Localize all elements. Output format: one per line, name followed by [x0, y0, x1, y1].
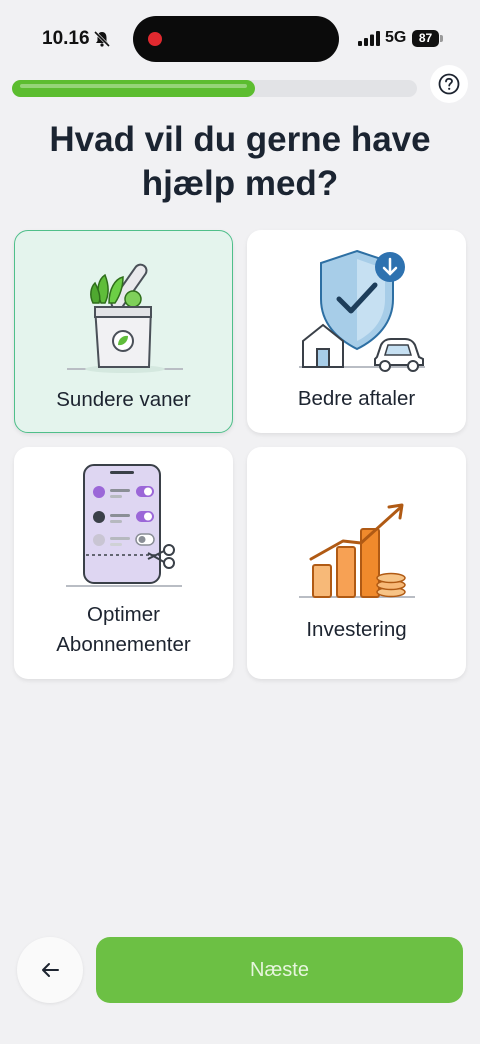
- progress-fill: [12, 80, 255, 97]
- network-type: 5G: [385, 29, 407, 46]
- arrow-left-icon: [42, 963, 59, 977]
- growth-chart-icon: [299, 503, 415, 598]
- option-card-healthier-habits[interactable]: Sundere vaner: [14, 230, 233, 433]
- signal-icon: [358, 31, 380, 46]
- status-time: 10.16: [42, 28, 90, 49]
- question-icon: [438, 73, 460, 95]
- next-button[interactable]: Næste: [96, 937, 463, 1003]
- grocery-bag-icon: [67, 263, 183, 373]
- status-bar: 10.16 5G 87: [0, 0, 480, 70]
- option-label: Bedre aftaler: [297, 387, 416, 410]
- page-title: Hvad vil du gerne have hjælp med?: [49, 120, 431, 203]
- option-card-subscriptions[interactable]: Optimer Abonnementer: [14, 447, 233, 679]
- option-card-better-deals[interactable]: Bedre aftaler: [247, 230, 466, 433]
- battery-tip: [440, 35, 443, 42]
- progress-bar: [12, 80, 417, 97]
- recording-dot-icon: [148, 32, 162, 46]
- option-label: Investering: [306, 618, 407, 641]
- back-button[interactable]: [17, 937, 83, 1003]
- option-label: Optimer Abonnementer: [56, 603, 191, 656]
- help-button[interactable]: [430, 65, 468, 103]
- bell-muted-icon: [93, 30, 111, 48]
- battery-icon: 87: [412, 30, 439, 47]
- dynamic-island: [133, 16, 339, 62]
- option-label: Sundere vaner: [56, 388, 191, 411]
- option-card-investing[interactable]: Investering: [247, 447, 466, 679]
- shield-house-car-icon: [299, 249, 425, 372]
- phone-scissors-icon: [66, 464, 182, 587]
